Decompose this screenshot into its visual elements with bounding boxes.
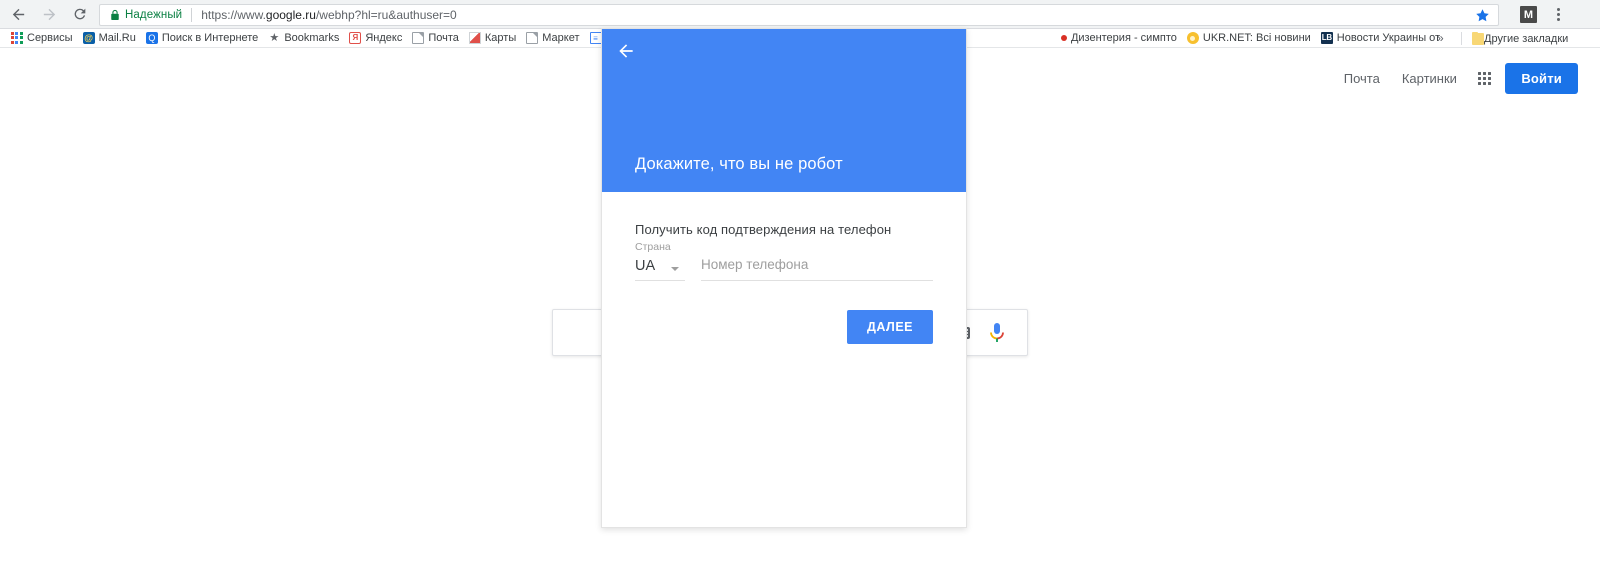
nav-link-images[interactable]: Картинки — [1391, 71, 1468, 86]
next-button[interactable]: ДАЛЕЕ — [846, 310, 933, 344]
dialog-actions: ДАЛЕЕ — [635, 310, 933, 344]
bookmark-label: Новости Украины от — [1336, 32, 1441, 44]
phone-field[interactable] — [701, 256, 933, 281]
lock-icon — [110, 9, 120, 21]
omnibox-divider — [191, 8, 193, 22]
google-homepage: Почта Картинки Войти Докажите, что вы не… — [0, 28, 1600, 572]
security-label: Надежный — [125, 9, 183, 21]
reload-button[interactable] — [67, 1, 93, 27]
extension-icon[interactable]: M — [1520, 6, 1537, 23]
signin-button[interactable]: Войти — [1505, 63, 1578, 94]
page-icon — [526, 32, 539, 44]
apps-grid-icon — [11, 32, 23, 44]
lb-icon: LB — [1320, 32, 1333, 44]
bookmark-label: Поиск в Интернете — [161, 32, 259, 44]
menu-dot — [1556, 7, 1560, 11]
red-dot-icon — [1060, 35, 1067, 41]
folder-icon — [1472, 31, 1484, 45]
dialog-back-button[interactable] — [612, 37, 640, 65]
browser-toolbar: Надежный https://www.google.ru/webhp?hl=… — [0, 0, 1600, 29]
bookmark-item-pochta[interactable]: Почта — [407, 30, 464, 47]
bookmarks-overflow-button[interactable]: » — [1437, 31, 1444, 45]
google-top-nav: Почта Картинки Войти — [1333, 63, 1578, 94]
other-bookmarks-button[interactable]: Другие закладки — [1472, 30, 1568, 47]
yandex-icon: Я — [349, 32, 362, 44]
bookmark-item-market[interactable]: Маркет — [521, 30, 584, 47]
url-path: /webhp?hl=ru&authuser=0 — [315, 8, 457, 22]
bookmark-star-icon[interactable] — [1475, 8, 1490, 28]
bookmark-label: Яндекс — [365, 32, 403, 44]
search-icon: Q — [145, 32, 158, 44]
bookmark-label: Карты — [484, 32, 517, 44]
bookmark-label: Маркет — [542, 32, 580, 44]
bookmark-item-ukrnet[interactable]: UKR.NET: Всі новини — [1182, 30, 1316, 47]
bookmark-item-yandex[interactable]: Я Яндекс — [344, 30, 407, 47]
star-icon: ★ — [269, 32, 280, 44]
arrow-left-icon — [12, 8, 24, 20]
other-bookmarks-label: Другие закладки — [1484, 32, 1569, 45]
phone-input[interactable] — [701, 257, 933, 272]
back-button[interactable] — [5, 1, 31, 27]
bookmark-label: UKR.NET: Всі новини — [1202, 32, 1311, 44]
dialog-subtitle: Получить код подтверждения на телефон — [635, 222, 892, 237]
dialog-header: Докажите, что вы не робот — [602, 29, 966, 192]
menu-dot — [1556, 17, 1560, 21]
phone-field-row: Страна UA — [635, 241, 933, 281]
apps-grid-icon[interactable] — [1477, 71, 1492, 86]
mailru-icon: @ — [82, 32, 95, 44]
chevron-down-icon — [671, 267, 679, 271]
arrow-left-icon — [619, 44, 633, 58]
ukrnet-icon — [1186, 32, 1199, 44]
bookmark-label: Дизентерия - симпто — [1070, 32, 1177, 44]
browser-menu-button[interactable] — [1548, 4, 1568, 24]
maps-icon — [468, 32, 481, 44]
bookmark-item-bookmarks[interactable]: ★ Bookmarks — [263, 30, 344, 47]
country-label: Страна — [635, 241, 671, 253]
news-icon: ≡ — [589, 32, 602, 44]
country-select[interactable]: Страна UA — [635, 241, 685, 281]
bookmark-item-mailru[interactable]: @ Mail.Ru — [78, 30, 141, 47]
menu-dot — [1556, 12, 1560, 16]
url-text: https://www.google.ru/webhp?hl=ru&authus… — [201, 8, 457, 22]
dialog-body: Получить код подтверждения на телефон Ст… — [602, 192, 966, 344]
bookmark-item-poisk[interactable]: Q Поиск в Интернете — [141, 30, 263, 47]
bookmark-item-lb[interactable]: LB Новости Украины от — [1316, 30, 1445, 47]
page-icon — [412, 32, 425, 44]
forward-button[interactable] — [36, 1, 62, 27]
country-value: UA — [635, 258, 656, 274]
phone-verification-dialog: Докажите, что вы не робот Получить код п… — [601, 28, 967, 528]
arrow-right-icon — [43, 8, 55, 20]
bookmark-label: Почта — [428, 32, 459, 44]
bookmark-item-karty[interactable]: Карты — [464, 30, 521, 47]
bookmark-label: Mail.Ru — [98, 32, 136, 44]
url-prefix: https://www. — [201, 8, 266, 22]
nav-link-mail[interactable]: Почта — [1333, 71, 1391, 86]
reload-icon — [74, 8, 86, 20]
bookmark-label: Bookmarks — [284, 32, 340, 44]
bookmark-item-servicy[interactable]: Сервисы — [6, 30, 78, 47]
bookmark-label: Сервисы — [27, 32, 73, 44]
address-bar[interactable]: Надежный https://www.google.ru/webhp?hl=… — [99, 4, 1499, 26]
bookmarks-divider — [1461, 32, 1462, 45]
dialog-title: Докажите, что вы не робот — [635, 155, 843, 173]
bookmark-item-dizenteriya[interactable]: Дизентерия - симпто — [1053, 30, 1182, 47]
url-domain: google.ru — [265, 8, 316, 22]
microphone-icon[interactable] — [987, 322, 1007, 346]
